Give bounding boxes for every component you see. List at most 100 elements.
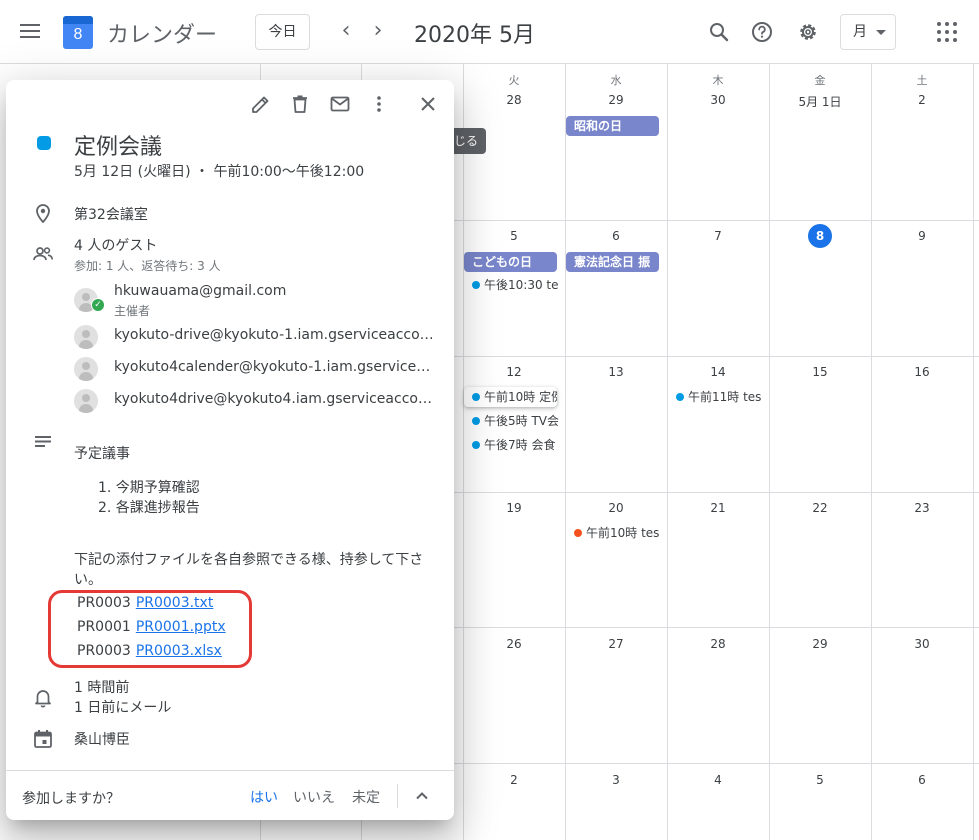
event-dot-icon: [472, 281, 480, 289]
event-dot-icon: [472, 417, 480, 425]
email-guests-icon[interactable]: [328, 92, 352, 116]
event-label: 午前10時 定例: [484, 390, 557, 404]
bell-icon: [35, 690, 51, 708]
day-number[interactable]: 5: [769, 773, 871, 787]
holiday-chip-showa[interactable]: 昭和の日: [566, 116, 659, 136]
calendar-icon: [34, 730, 52, 748]
dropdown-caret-icon: [876, 30, 886, 35]
rsvp-yes-button[interactable]: はい: [250, 787, 278, 807]
calendar-owner: 桑山博臣: [74, 732, 130, 748]
chevron-up-icon[interactable]: [410, 784, 434, 808]
day-number[interactable]: 4: [667, 773, 769, 787]
day-number[interactable]: 16: [871, 365, 973, 379]
event-item[interactable]: 午前10時 tes: [566, 523, 661, 543]
event-dot-icon: [472, 441, 480, 449]
event-label: 午後5時 TV会: [484, 414, 559, 428]
guest-email[interactable]: kyokuto4drive@kyokuto4.iam.gserviceaccou…: [114, 391, 438, 407]
event-datetime: 5月 12日 (火曜日) ・ 午前10:00～午後12:00: [74, 164, 365, 180]
logo-day: 8: [73, 26, 83, 43]
prev-month-button[interactable]: ‹: [332, 18, 360, 46]
day-number[interactable]: 3: [565, 773, 667, 787]
day-number[interactable]: 7: [667, 229, 769, 243]
month-title: 2020年 5月: [414, 23, 535, 48]
day-number[interactable]: 14: [667, 365, 769, 379]
guest-role: 主催者: [114, 304, 151, 318]
calendar-app: 8 カレンダー 今日 ‹ › 2020年 5月 月 火 水 木 金 土 28 2…: [0, 0, 979, 840]
event-dot-icon: [574, 529, 582, 537]
edit-pencil-icon[interactable]: [249, 92, 273, 116]
avatar: [74, 389, 98, 413]
agenda-item: 1. 今期予算確認: [98, 480, 200, 496]
weekday-tue: 火: [508, 74, 520, 87]
weekday-fri: 金: [814, 74, 826, 87]
guest-email[interactable]: kyokuto-drive@kyokuto-1.iam.gserviceacco…: [114, 327, 438, 343]
day-number[interactable]: 27: [565, 637, 667, 651]
search-icon[interactable]: [707, 20, 731, 44]
day-number[interactable]: 6: [565, 229, 667, 243]
weekday-wed: 水: [610, 74, 622, 87]
day-number[interactable]: 2: [871, 93, 973, 107]
day-number[interactable]: 22: [769, 501, 871, 515]
event-label: 午前10時 tes: [586, 526, 660, 540]
holiday-chip-kodomo[interactable]: こどもの日: [464, 252, 557, 272]
settings-gear-icon[interactable]: [796, 20, 820, 44]
close-icon[interactable]: [416, 92, 440, 116]
event-dot-icon: [472, 393, 480, 401]
next-month-button[interactable]: ›: [364, 18, 392, 46]
day-number[interactable]: 12: [463, 365, 565, 379]
apps-grid-icon[interactable]: [937, 22, 957, 42]
guests-status: 参加: 1 人、返答待ち: 3 人: [74, 259, 221, 273]
day-number[interactable]: 5: [463, 229, 565, 243]
day-number[interactable]: 23: [871, 501, 973, 515]
rsvp-maybe-button[interactable]: 未定: [352, 787, 380, 807]
day-number[interactable]: 21: [667, 501, 769, 515]
day-number[interactable]: 30: [667, 93, 769, 107]
top-bar: 8 カレンダー 今日 ‹ › 2020年 5月 月: [0, 0, 979, 64]
delete-trash-icon[interactable]: [288, 92, 312, 116]
view-select[interactable]: 月: [840, 14, 896, 50]
location-pin-icon: [36, 204, 50, 224]
day-number[interactable]: 9: [871, 229, 973, 243]
event-item[interactable]: 午後7時 会食: [464, 435, 559, 455]
accepted-check-icon: ✓: [91, 298, 105, 312]
guest-email[interactable]: hkuwauama@gmail.com: [114, 283, 438, 299]
day-number[interactable]: 13: [565, 365, 667, 379]
day-number[interactable]: 28: [667, 637, 769, 651]
main-menu-icon[interactable]: [18, 20, 42, 44]
more-options-icon[interactable]: [367, 92, 391, 116]
holiday-chip-kenpo[interactable]: 憲法記念日 振: [566, 252, 659, 272]
day-number[interactable]: 29: [769, 637, 871, 651]
event-item[interactable]: 午後5時 TV会: [464, 411, 559, 431]
rsvp-question: 参加しますか？: [22, 791, 120, 807]
event-item[interactable]: 午後10:30 te: [464, 275, 559, 295]
guests-summary: 4 人のゲスト: [74, 238, 158, 254]
avatar: [74, 357, 98, 381]
help-icon[interactable]: [750, 20, 774, 44]
description-lines-icon: [35, 436, 51, 447]
event-item-selected[interactable]: 午前10時 定例: [464, 387, 557, 407]
guest-email[interactable]: kyokuto4calender@kyokuto-1.iam.gservicea…: [114, 359, 438, 375]
event-color-swatch: [37, 136, 51, 150]
day-number[interactable]: 5月 1日: [769, 93, 871, 110]
day-number[interactable]: 20: [565, 501, 667, 515]
today-button[interactable]: 今日: [255, 14, 310, 50]
day-number[interactable]: 6: [871, 773, 973, 787]
event-title: 定例会議: [74, 135, 163, 160]
view-select-label: 月: [853, 24, 867, 40]
day-number[interactable]: 19: [463, 501, 565, 515]
event-detail-popup: 定例会議 5月 12日 (火曜日) ・ 午前10:00～午後12:00 第32会…: [6, 80, 454, 820]
day-number[interactable]: 15: [769, 365, 871, 379]
day-number[interactable]: 26: [463, 637, 565, 651]
today-date-circle[interactable]: 8: [808, 224, 832, 248]
rsvp-no-button[interactable]: いいえ: [293, 787, 335, 807]
event-item[interactable]: 午前11時 tes: [668, 387, 763, 407]
day-number[interactable]: 28: [463, 93, 565, 107]
day-number[interactable]: 2: [463, 773, 565, 787]
description-heading: 予定議事: [74, 446, 130, 462]
day-number[interactable]: 29: [565, 93, 667, 107]
event-dot-icon: [676, 393, 684, 401]
avatar: [74, 325, 98, 349]
calendar-logo-icon: 8: [63, 16, 93, 49]
weekday-thu: 木: [712, 74, 724, 87]
day-number[interactable]: 30: [871, 637, 973, 651]
